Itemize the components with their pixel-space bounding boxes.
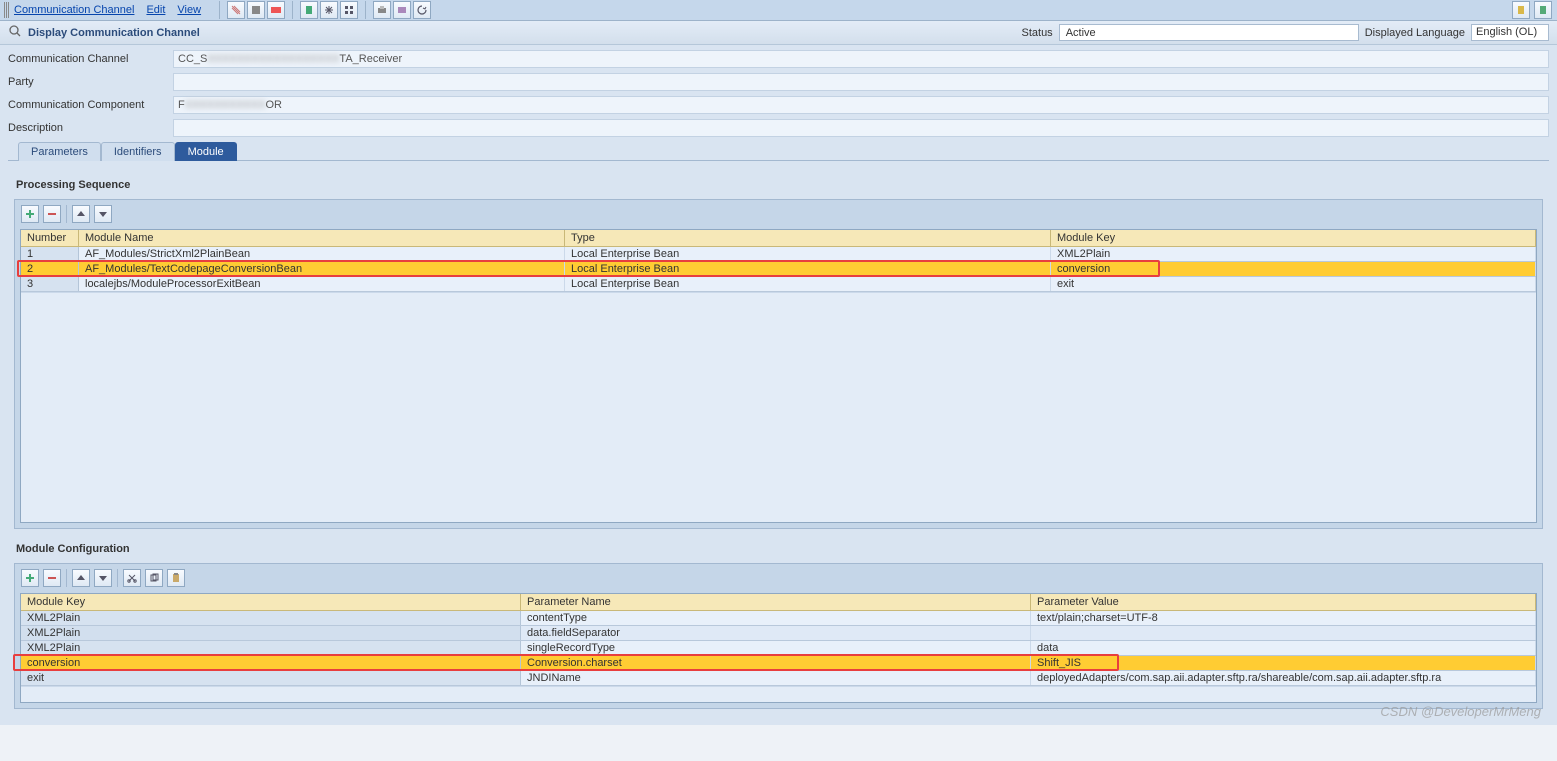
col-module-key-2[interactable]: Module Key bbox=[21, 594, 521, 610]
module-configuration-grid: Module Key Parameter Name Parameter Valu… bbox=[20, 593, 1537, 703]
table-row[interactable]: XML2Plaindata.fieldSeparator bbox=[21, 626, 1536, 641]
tab-parameters[interactable]: Parameters bbox=[18, 142, 101, 161]
book-icon[interactable] bbox=[393, 1, 411, 19]
tab-identifiers[interactable]: Identifiers bbox=[101, 142, 175, 161]
col-number[interactable]: Number bbox=[21, 230, 79, 246]
object-icon[interactable] bbox=[340, 1, 358, 19]
displayed-language-select[interactable]: English (OL) bbox=[1471, 24, 1549, 41]
tab-strip: Parameters Identifiers Module bbox=[8, 141, 1549, 161]
page-icon[interactable] bbox=[300, 1, 318, 19]
print-icon[interactable] bbox=[373, 1, 391, 19]
table-row[interactable]: 1AF_Modules/StrictXml2PlainBeanLocal Ent… bbox=[21, 247, 1536, 262]
table-row[interactable]: XML2PlainsingleRecordTypedata bbox=[21, 641, 1536, 656]
menu-view[interactable]: View bbox=[177, 4, 201, 16]
page-title: Display Communication Channel bbox=[28, 27, 200, 39]
toolbar-right-1[interactable] bbox=[1512, 1, 1530, 19]
col-parameter-name[interactable]: Parameter Name bbox=[521, 594, 1031, 610]
table-row[interactable]: 3localejbs/ModuleProcessorExitBeanLocal … bbox=[21, 277, 1536, 292]
page-header: Display Communication Channel Status Act… bbox=[0, 21, 1557, 45]
party-label: Party bbox=[8, 76, 173, 88]
col-parameter-value[interactable]: Parameter Value bbox=[1031, 594, 1536, 610]
move-down-icon-2[interactable] bbox=[94, 569, 112, 587]
header-form: Communication Channel CC_SXXXXXXXXXXXXXX… bbox=[0, 45, 1557, 169]
col-module-name[interactable]: Module Name bbox=[79, 230, 565, 246]
copy-icon[interactable] bbox=[145, 569, 163, 587]
communication-channel-field[interactable]: CC_SXXXXXXXXXXXXXXXXXXTA_Receiver bbox=[173, 50, 1549, 68]
move-down-icon[interactable] bbox=[94, 205, 112, 223]
delete-row-icon-2[interactable] bbox=[43, 569, 61, 587]
move-up-icon[interactable] bbox=[72, 205, 90, 223]
add-row-icon[interactable] bbox=[21, 205, 39, 223]
toolbar-icon-2[interactable] bbox=[247, 1, 265, 19]
table-row[interactable]: XML2PlaincontentTypetext/plain;charset=U… bbox=[21, 611, 1536, 626]
module-configuration-panel: Module Key Parameter Name Parameter Valu… bbox=[14, 563, 1543, 709]
party-field[interactable] bbox=[173, 73, 1549, 91]
add-row-icon-2[interactable] bbox=[21, 569, 39, 587]
col-type[interactable]: Type bbox=[565, 230, 1051, 246]
description-field[interactable] bbox=[173, 119, 1549, 137]
toolbar-icon-3[interactable] bbox=[267, 1, 285, 19]
module-configuration-title: Module Configuration bbox=[14, 543, 1543, 555]
communication-channel-label: Communication Channel bbox=[8, 53, 173, 65]
where-used-icon[interactable] bbox=[320, 1, 338, 19]
toolbar-icon-1[interactable] bbox=[227, 1, 245, 19]
communication-component-field[interactable]: FXXXXXXXXXXXOR bbox=[173, 96, 1549, 114]
menu-edit[interactable]: Edit bbox=[146, 4, 165, 16]
grid-empty-area bbox=[21, 292, 1536, 522]
menu-communication-channel[interactable]: Communication Channel bbox=[14, 4, 134, 16]
table-row[interactable]: 2AF_Modules/TextCodepageConversionBeanLo… bbox=[21, 262, 1536, 277]
menu-bar: Communication Channel Edit View bbox=[0, 0, 1557, 21]
displayed-language-label: Displayed Language bbox=[1365, 27, 1465, 39]
paste-icon[interactable] bbox=[167, 569, 185, 587]
grid-empty-area-2 bbox=[21, 686, 1536, 702]
status-value: Active bbox=[1059, 24, 1359, 41]
tab-module[interactable]: Module bbox=[175, 142, 237, 161]
move-up-icon-2[interactable] bbox=[72, 569, 90, 587]
table-row[interactable]: exitJNDINamedeployedAdapters/com.sap.aii… bbox=[21, 671, 1536, 686]
delete-row-icon[interactable] bbox=[43, 205, 61, 223]
refresh-icon[interactable] bbox=[413, 1, 431, 19]
processing-sequence-panel: Number Module Name Type Module Key 1AF_M… bbox=[14, 199, 1543, 529]
description-label: Description bbox=[8, 122, 173, 134]
display-icon bbox=[8, 24, 22, 41]
processing-sequence-grid: Number Module Name Type Module Key 1AF_M… bbox=[20, 229, 1537, 523]
status-label: Status bbox=[1022, 27, 1053, 39]
toolbar-right-2[interactable] bbox=[1534, 1, 1552, 19]
drag-handle-icon bbox=[4, 2, 10, 18]
table-row[interactable]: conversionConversion.charsetShift_JIS bbox=[21, 656, 1536, 671]
communication-component-label: Communication Component bbox=[8, 99, 173, 111]
cut-icon[interactable] bbox=[123, 569, 141, 587]
col-module-key[interactable]: Module Key bbox=[1051, 230, 1536, 246]
processing-sequence-title: Processing Sequence bbox=[14, 179, 1543, 191]
